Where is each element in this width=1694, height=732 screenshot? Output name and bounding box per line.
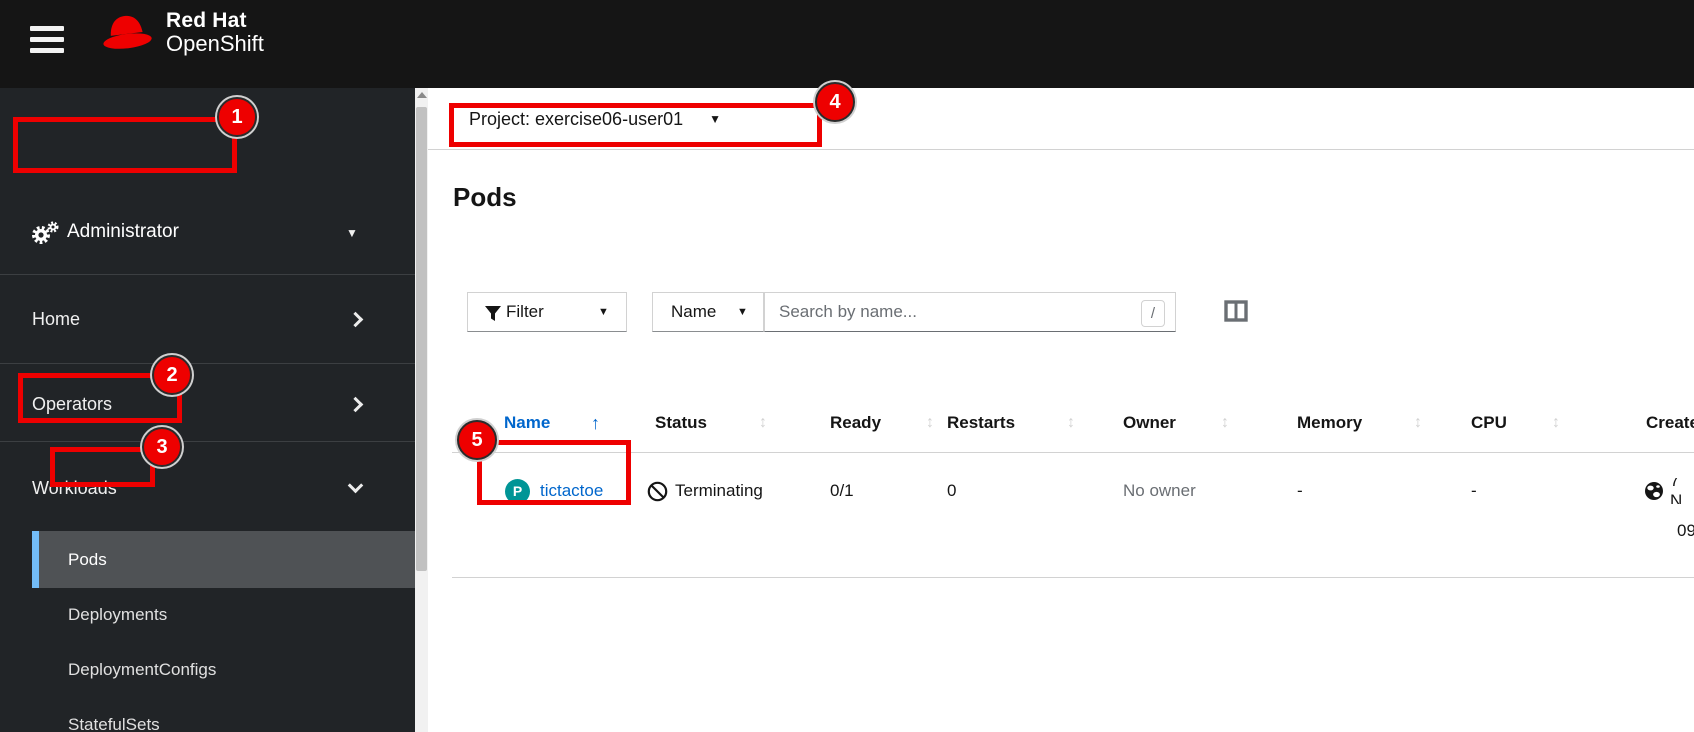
filter-dropdown[interactable]: Filter ▼ <box>467 292 627 332</box>
search-box: / <box>764 292 1176 332</box>
page-title: Pods <box>453 182 517 212</box>
column-header-label: Ready <box>830 413 882 432</box>
columns-icon <box>1224 300 1248 322</box>
sidebar-item-deploymentconfigs[interactable]: DeploymentConfigs <box>0 642 415 698</box>
status-text: Terminating <box>675 481 763 500</box>
sort-ascending-icon: ↑ <box>591 412 600 433</box>
column-header-name[interactable]: Name ↑ <box>504 410 600 436</box>
project-bar: Project: exercise06-user01 ▼ <box>428 88 1694 150</box>
perspective-caret-icon: ▼ <box>346 226 358 240</box>
column-header-label: Status <box>655 413 707 432</box>
search-input[interactable] <box>765 293 1175 331</box>
table-row-status-cell: Terminating <box>647 478 763 504</box>
filter-label: Filter <box>506 302 544 321</box>
brand-line1: Red Hat <box>166 9 247 33</box>
sort-both-icon: ↕ <box>1067 414 1075 431</box>
sidebar-item-statefulsets[interactable]: StatefulSets <box>0 697 415 732</box>
table-row-restarts-cell: 0 <box>947 481 957 500</box>
divider <box>0 363 415 364</box>
column-header-label: CPU <box>1471 413 1507 432</box>
column-header-created[interactable]: Created <box>1646 410 1694 436</box>
perspective-label: Administrator <box>67 221 179 242</box>
openshift-console-window: Red Hat OpenShift 33 <box>0 0 1694 732</box>
table-row-divider <box>452 577 1694 578</box>
column-header-label: Restarts <box>947 413 1016 432</box>
scrollbar-track[interactable] <box>415 88 428 732</box>
sort-both-icon: ↕ <box>926 414 934 431</box>
sidebar-item-home[interactable]: Home <box>0 291 415 347</box>
search-type-select[interactable]: Name ▼ <box>652 292 764 332</box>
created-timestamp-line1: 7 N <box>1670 478 1683 504</box>
sort-both-icon: ↕ <box>1221 414 1229 431</box>
sort-both-icon: ↕ <box>1414 414 1422 431</box>
table-row-memory-cell: - <box>1297 481 1303 500</box>
shortcut-key-badge: / <box>1141 300 1165 327</box>
caret-down-icon: ▼ <box>709 112 721 126</box>
brand-line2: OpenShift <box>166 31 264 57</box>
table-row-ready-cell: 0/1 <box>830 481 854 500</box>
column-header-owner[interactable]: Owner ↕ <box>1123 410 1229 436</box>
table-row-owner-cell: No owner <box>1123 481 1196 500</box>
sidebar-item-label: Home <box>32 308 81 329</box>
sort-both-icon: ↕ <box>759 414 767 431</box>
sidebar-item-label: Workloads <box>32 477 117 498</box>
scrollbar-thumb[interactable] <box>416 107 427 571</box>
brand-logo[interactable]: Red Hat OpenShift <box>100 10 264 56</box>
filter-funnel-icon <box>485 306 501 321</box>
column-header-restarts[interactable]: Restarts ↕ <box>947 410 1075 436</box>
globe-icon <box>1645 482 1663 500</box>
chevron-down-icon <box>347 477 364 494</box>
project-selector-dropdown[interactable]: Project: exercise06-user01 ▼ <box>469 102 721 136</box>
divider <box>0 441 415 442</box>
caret-down-icon: ▼ <box>598 306 609 318</box>
table-row-cpu-cell: - <box>1471 481 1477 500</box>
redhat-fedora-icon <box>103 15 152 49</box>
column-header-ready[interactable]: Ready ↕ <box>830 410 934 436</box>
masthead: Red Hat OpenShift 33 <box>0 0 1694 88</box>
side-navigation: Administrator ▼ Home Operators Workloads… <box>0 88 415 732</box>
sidebar-item-workloads[interactable]: Workloads <box>0 460 415 516</box>
created-timestamp-line2: 09: <box>1677 521 1694 540</box>
sidebar-item-pods[interactable]: Pods <box>32 531 415 588</box>
brand-text: Red Hat OpenShift <box>166 9 264 57</box>
sidebar-item-label: Deployments <box>68 605 168 624</box>
scrollbar-up-arrow[interactable] <box>417 92 427 98</box>
caret-down-icon: ▼ <box>737 306 748 318</box>
column-header-memory[interactable]: Memory ↕ <box>1297 410 1422 436</box>
column-header-label: Memory <box>1297 413 1363 432</box>
nav-toggle-button[interactable] <box>30 26 68 56</box>
pod-name-link[interactable]: tictactoe <box>540 481 603 501</box>
sidebar-item-label: Operators <box>32 393 113 414</box>
column-header-status[interactable]: Status ↕ <box>655 410 767 436</box>
column-management-button[interactable] <box>1223 300 1249 324</box>
main-content: Project: exercise06-user01 ▼ Pods Filter… <box>428 88 1694 732</box>
divider <box>0 274 415 275</box>
pod-resource-badge: P <box>505 478 530 504</box>
perspective-switcher[interactable]: Administrator ▼ <box>0 200 415 264</box>
sidebar-item-label: StatefulSets <box>68 715 160 732</box>
project-selector-label: Project: exercise06-user01 <box>469 108 684 129</box>
gears-icon <box>32 221 59 244</box>
chevron-right-icon <box>347 311 364 328</box>
column-header-label: Created <box>1646 413 1694 432</box>
table-row-created-cell: 7 N <box>1644 478 1694 504</box>
search-type-label: Name <box>671 302 717 321</box>
column-header-cpu[interactable]: CPU ↕ <box>1471 410 1560 436</box>
column-header-label: Name <box>504 413 551 432</box>
sort-both-icon: ↕ <box>1552 414 1560 431</box>
hamburger-icon <box>30 26 64 31</box>
sidebar-item-label: DeploymentConfigs <box>68 660 217 679</box>
sidebar-item-label: Pods <box>68 549 107 569</box>
chevron-right-icon <box>347 396 364 413</box>
sidebar-item-operators[interactable]: Operators <box>0 376 415 432</box>
sidebar-item-deployments[interactable]: Deployments <box>0 587 415 643</box>
column-header-label: Owner <box>1123 413 1176 432</box>
table-header-divider <box>452 452 1694 453</box>
ban-icon <box>647 481 668 501</box>
table-row-name-cell: P tictactoe <box>505 478 603 504</box>
